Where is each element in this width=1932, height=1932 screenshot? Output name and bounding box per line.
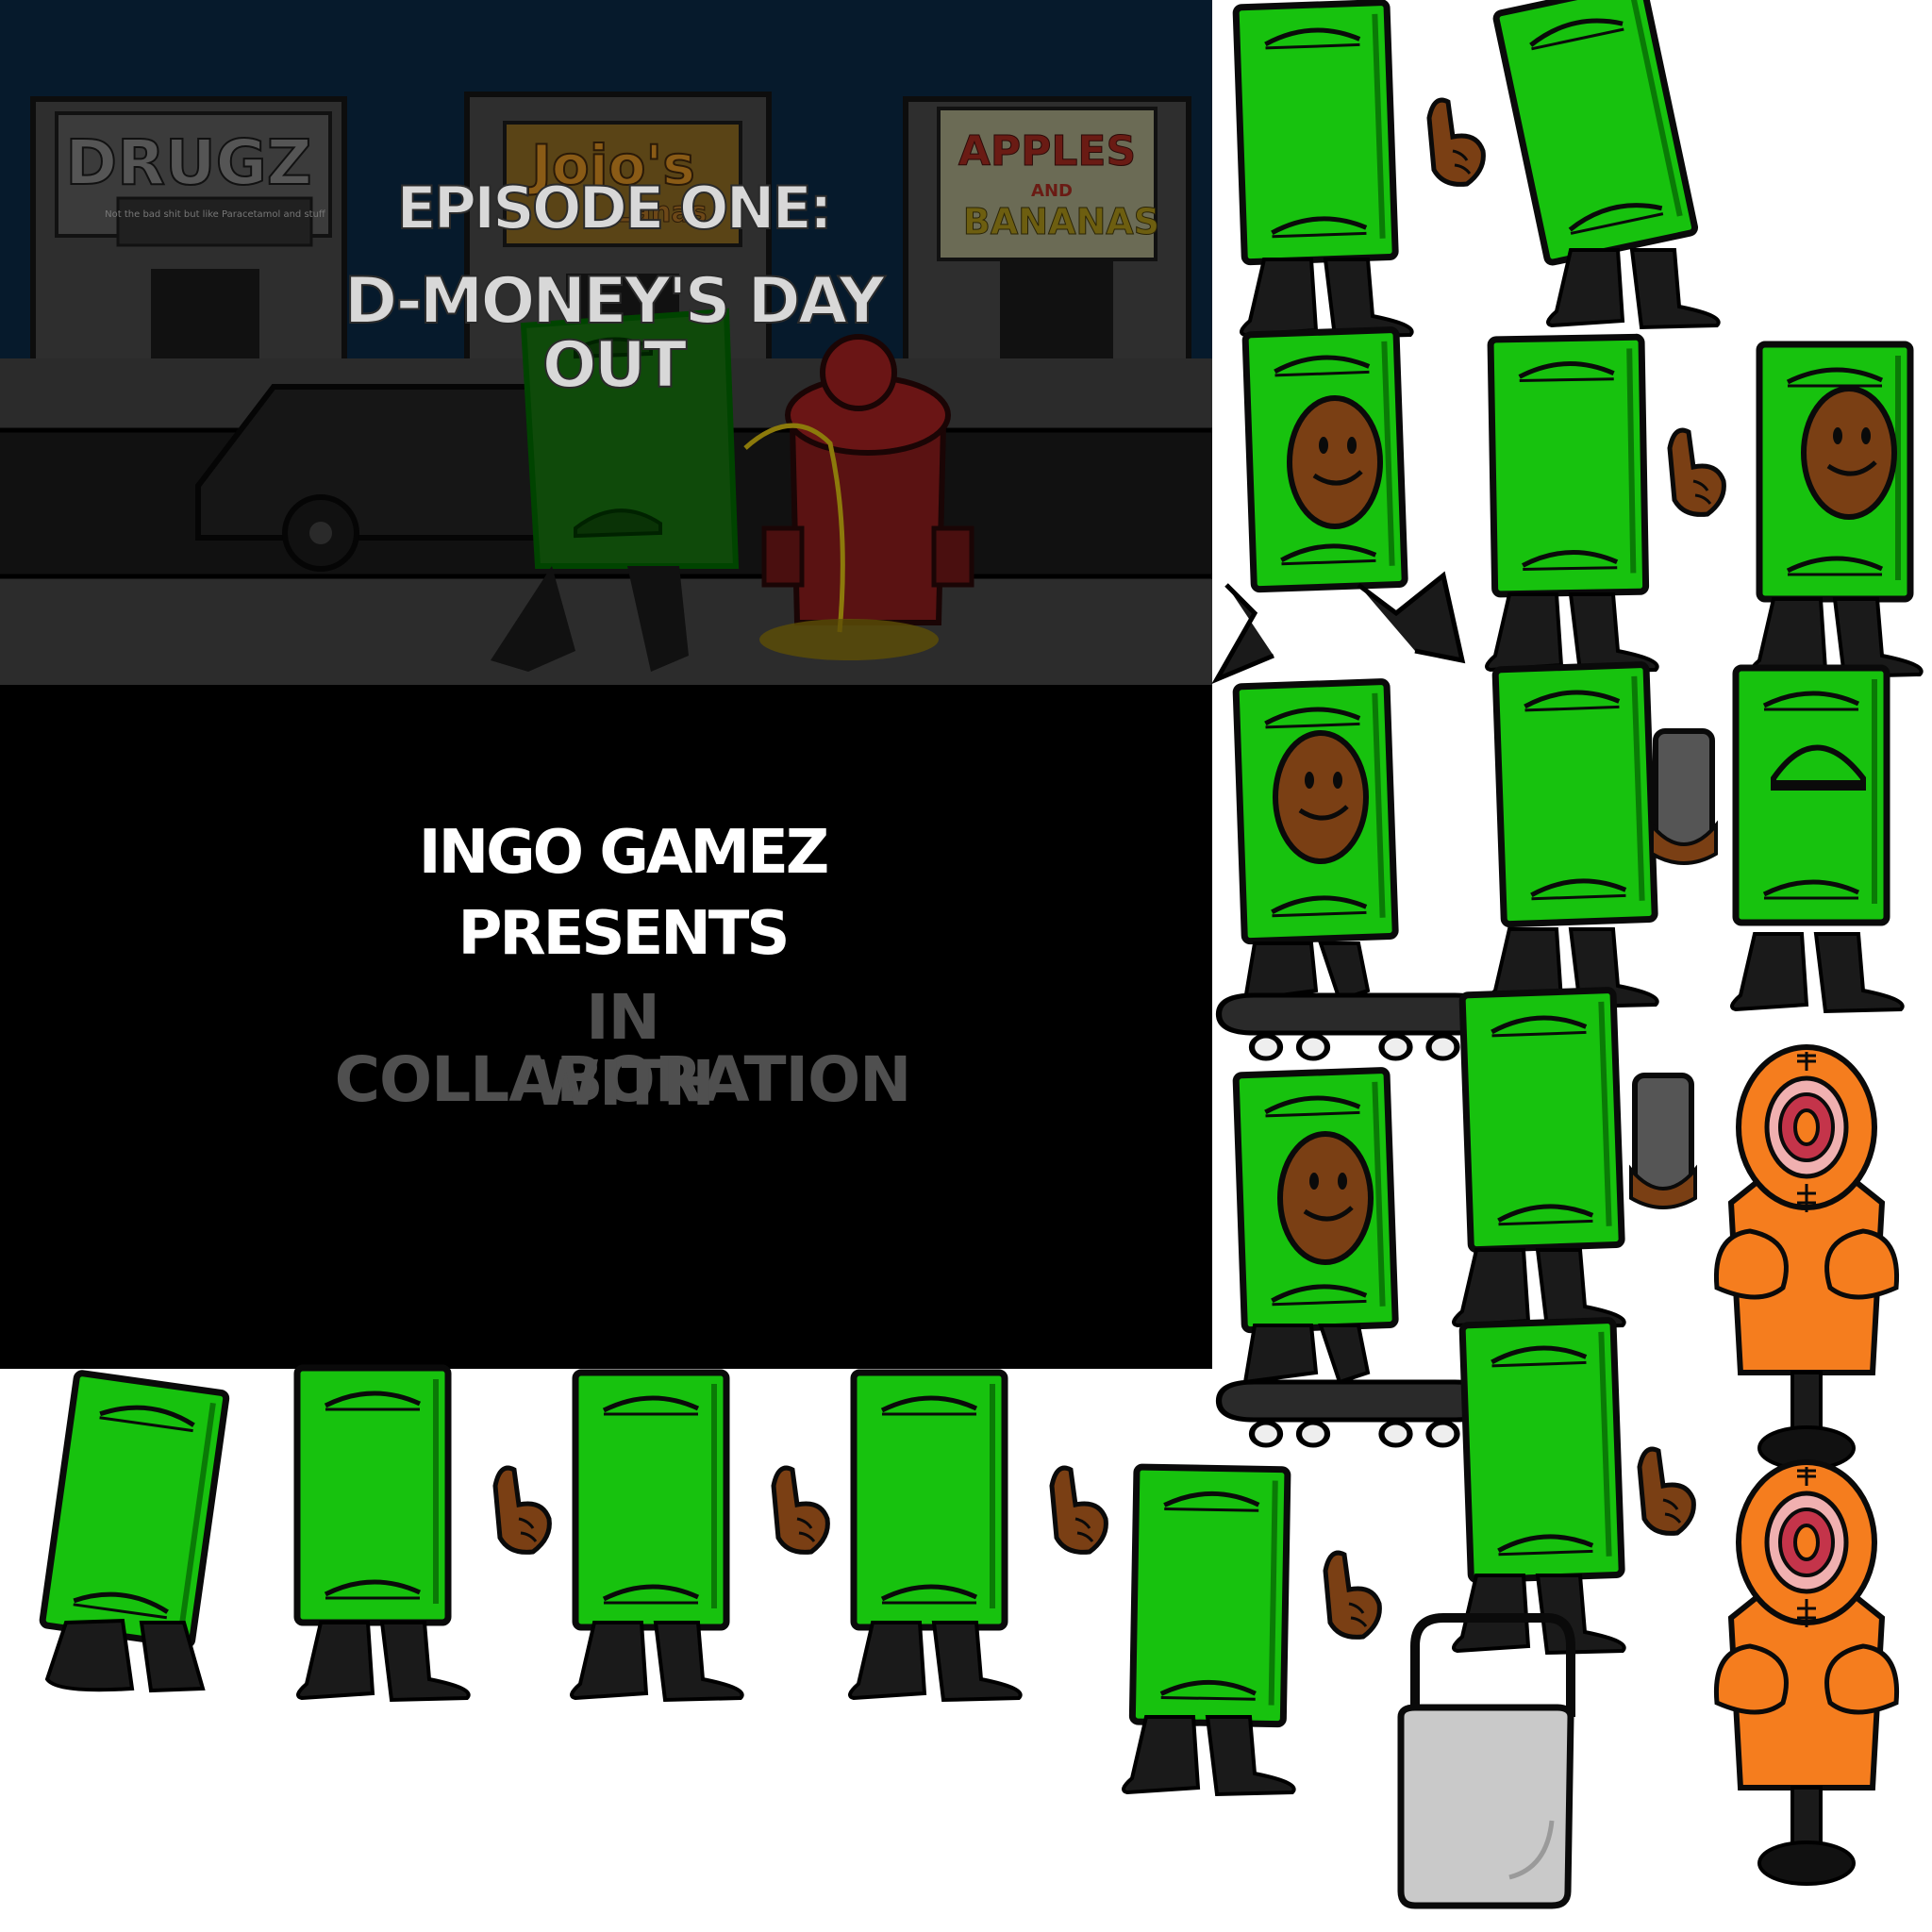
target-dummy xyxy=(1716,1462,1896,1884)
sprite-dmoney-bottom-2 xyxy=(297,1368,471,1702)
sprite-dmoney-tilt-left xyxy=(42,1373,226,1693)
sprite-dmoney-skate-face xyxy=(1219,681,1491,1058)
sprite-dmoney-walk-face xyxy=(1211,329,1466,685)
hand-icon xyxy=(495,1468,549,1552)
sprite-dmoney-walk-a xyxy=(1236,2,1414,339)
sprite-dmoney-back xyxy=(1730,668,1905,1013)
sprite-dmoney-bottom-4 xyxy=(848,1373,1023,1702)
sprite-dmoney-phone-hold xyxy=(1452,990,1626,1329)
sprite-dmoney-bottom-5 xyxy=(1122,1467,1296,1796)
sprite-dmoney-idle xyxy=(1485,337,1659,674)
hand-icon xyxy=(774,1468,827,1552)
target-dummy xyxy=(1716,1047,1896,1469)
shopping-bag-icon xyxy=(1397,1613,1575,1909)
sprite-atlas xyxy=(0,0,1924,1909)
sprite-dmoney-idle-phone xyxy=(1485,664,1659,1008)
sprite-dmoney-skate-face-2 xyxy=(1219,1070,1491,1445)
hand-icon xyxy=(1429,100,1483,184)
sprite-dmoney-shrug xyxy=(1452,1320,1626,1655)
phone-icon xyxy=(1631,1075,1695,1208)
hand-icon xyxy=(1052,1468,1106,1552)
sprite-dmoney-bottom-3 xyxy=(570,1373,744,1702)
hand-icon xyxy=(1640,1449,1693,1533)
sprite-dmoney-lean xyxy=(1495,0,1721,329)
phone-icon xyxy=(1652,731,1716,863)
hand-icon xyxy=(1325,1553,1379,1637)
hand-icon xyxy=(1670,430,1724,514)
sprite-dmoney-face xyxy=(1749,344,1924,678)
